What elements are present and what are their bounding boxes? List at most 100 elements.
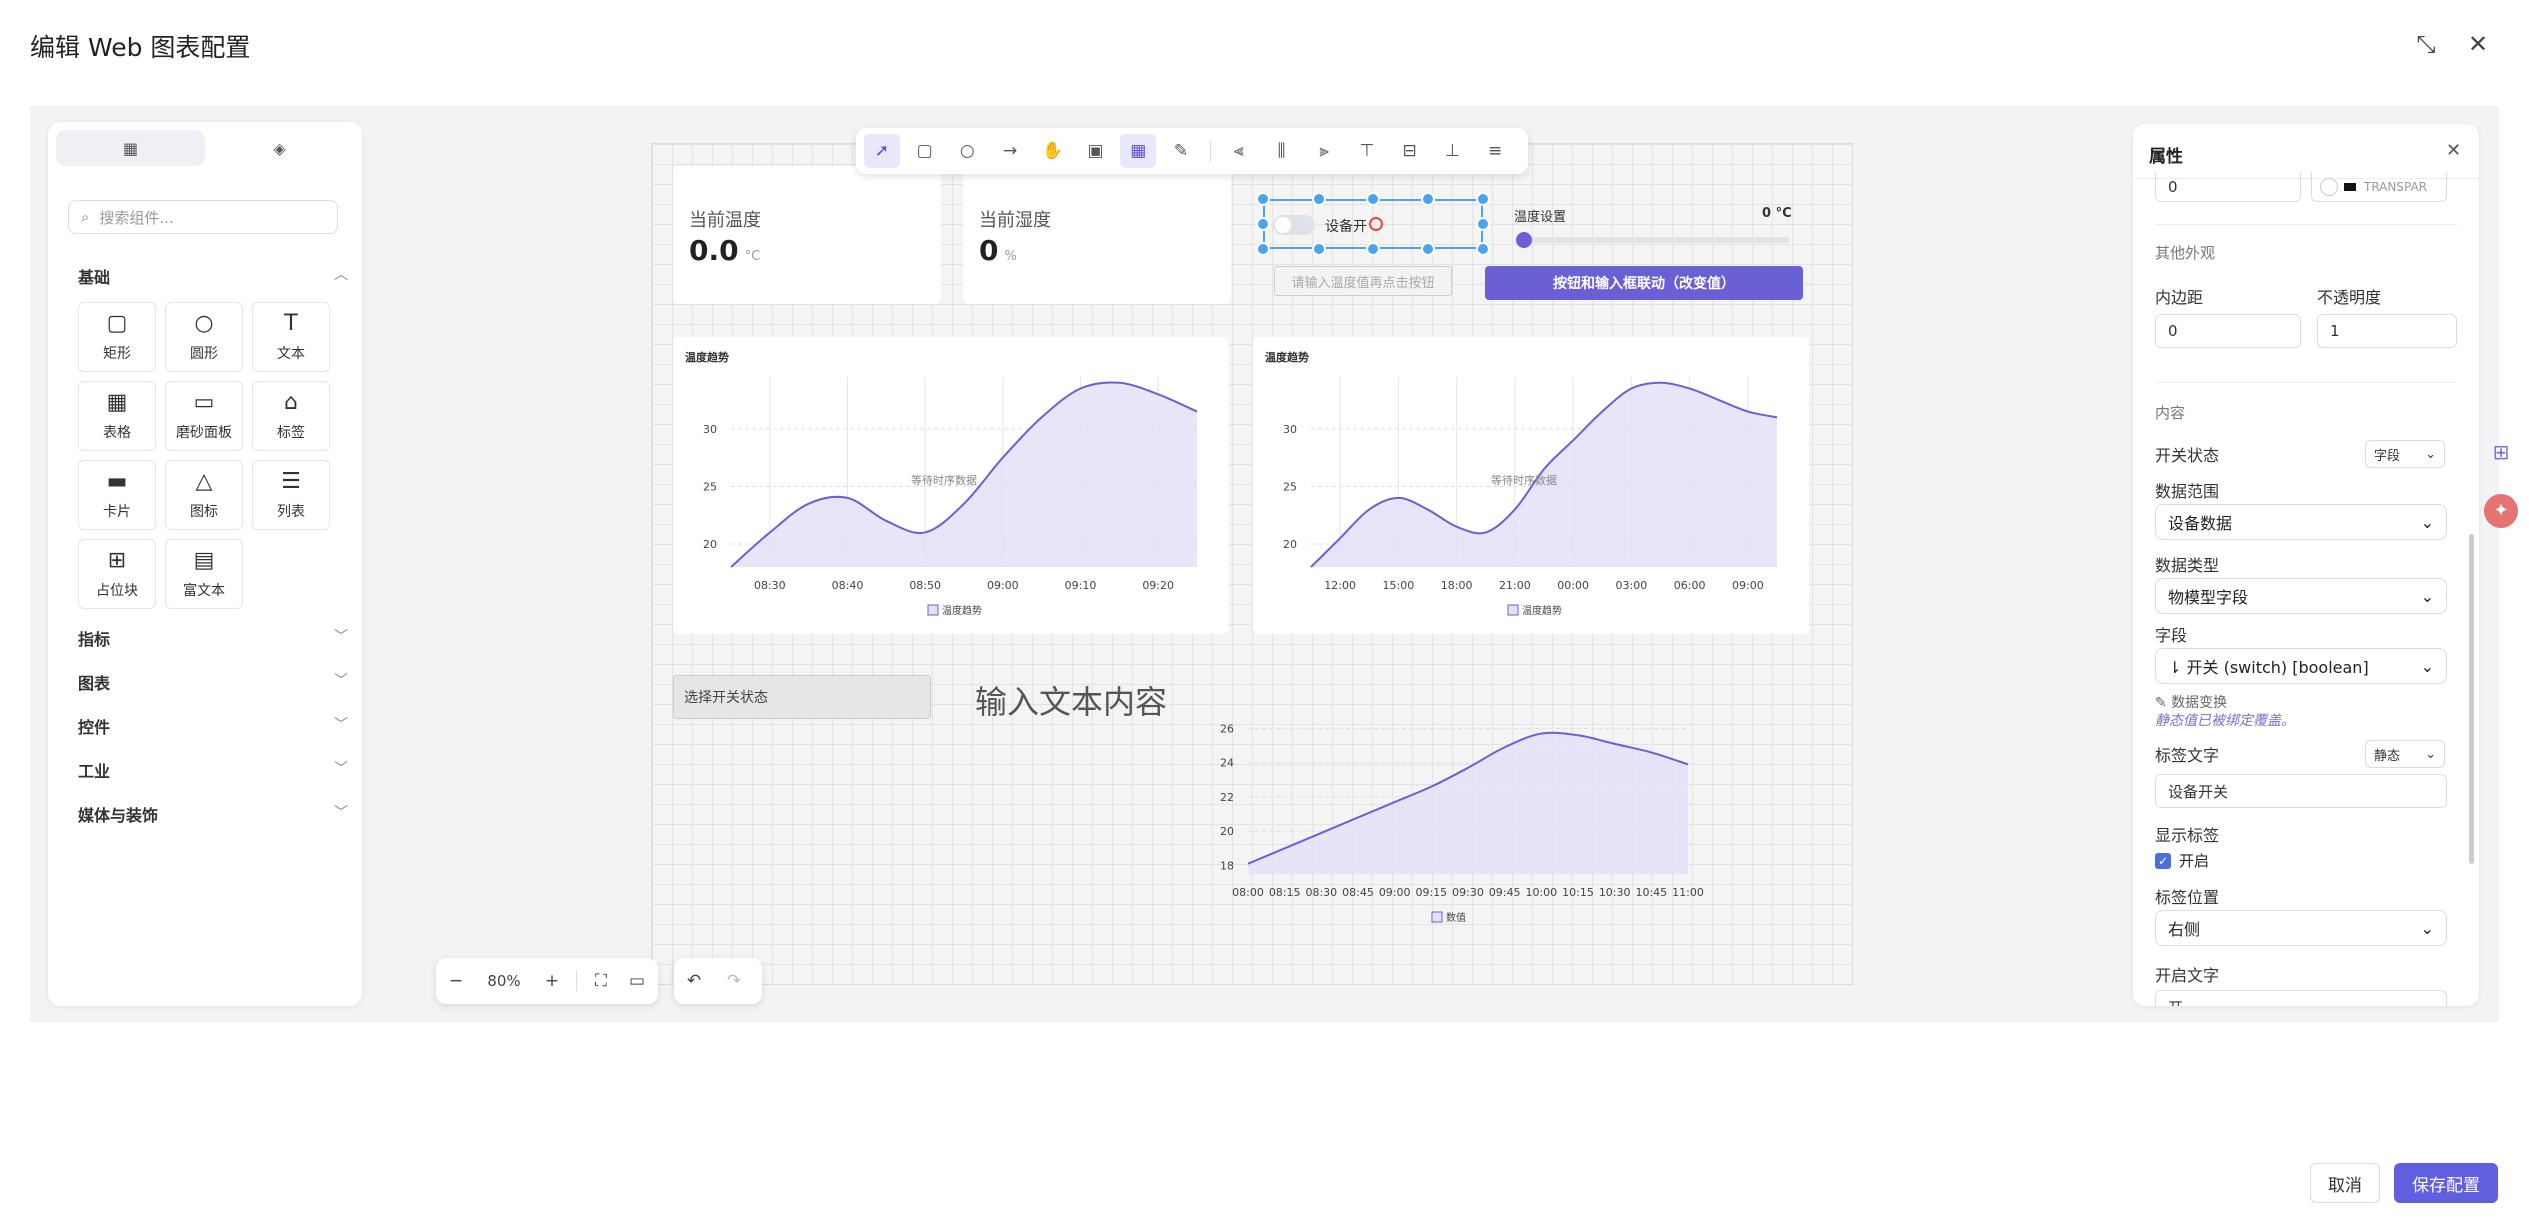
grid-toggle-icon[interactable]: ▦: [1120, 134, 1157, 168]
slider-thumb[interactable]: [1516, 232, 1532, 248]
resize-handle[interactable]: [1421, 242, 1435, 256]
zoom-in-icon[interactable]: +: [532, 971, 572, 991]
section-media[interactable]: 媒体与装饰 ﹀: [78, 802, 348, 826]
text-block[interactable]: 输入文本内容: [975, 677, 1167, 723]
hand-tool-icon[interactable]: ✋: [1035, 134, 1071, 168]
opacity-input[interactable]: 1: [2317, 314, 2457, 348]
save-button[interactable]: 保存配置: [2394, 1163, 2498, 1203]
toggle-switch[interactable]: [1273, 215, 1315, 235]
arrow-tool-icon[interactable]: →: [992, 134, 1028, 168]
chart-card-2[interactable]: 温度趋势 20 25 30 12:00 15:00 18:00 21:00 00:00 03:00…: [1253, 337, 1809, 634]
component-text[interactable]: T 文本: [252, 302, 330, 372]
component-grid[interactable]: ⊞ 占位块: [78, 539, 156, 609]
label-text-input[interactable]: 设备开关: [2155, 774, 2447, 808]
resize-handle[interactable]: [1312, 242, 1326, 256]
show-label-checkbox[interactable]: ✓ 开启: [2155, 850, 2209, 871]
collapse-icon[interactable]: ⤡: [2412, 30, 2440, 58]
image-tool-icon[interactable]: ▣: [1078, 134, 1114, 168]
rotate-handle-icon[interactable]: [1369, 217, 1383, 231]
component-shapes[interactable]: △ 图标: [165, 460, 243, 530]
data-range-label: 数据范围: [2155, 482, 2220, 501]
search-input[interactable]: ⌕ 搜索组件...: [68, 200, 338, 234]
position-input[interactable]: 0: [2155, 172, 2301, 202]
scrollbar[interactable]: [2469, 534, 2474, 864]
component-list[interactable]: ☰ 列表: [252, 460, 330, 530]
redo-icon[interactable]: ↷: [714, 971, 754, 991]
resize-handle[interactable]: [1366, 242, 1380, 256]
undo-icon[interactable]: ↶: [674, 971, 714, 991]
cancel-button[interactable]: 取消: [2310, 1163, 2380, 1203]
section-controls[interactable]: 控件 ﹀: [78, 714, 348, 738]
data-transform-link[interactable]: ✎ 数据变换: [2155, 692, 2227, 712]
data-range-select[interactable]: 设备数据 ⌄: [2155, 504, 2447, 540]
legend-label: 温度趋势: [1522, 604, 1562, 617]
tab-components[interactable]: ▦: [56, 130, 205, 166]
label-position-label: 标签位置: [2155, 888, 2220, 907]
select-tool-icon[interactable]: ➚: [864, 134, 900, 168]
resize-handle[interactable]: [1366, 192, 1380, 206]
preview-icon[interactable]: ▭: [621, 971, 653, 991]
design-canvas[interactable]: 当前温度 0.0 °C 当前湿度 0 % 设备开 温度设置 0 °C 请输入温度…: [651, 143, 1853, 985]
switch-state-select[interactable]: 选择开关状态: [673, 675, 931, 719]
label-position-select[interactable]: 右侧 ⌄: [2155, 910, 2447, 946]
resize-handle[interactable]: [1312, 192, 1326, 206]
temperature-card[interactable]: 当前温度 0.0 °C: [673, 166, 941, 304]
tab-layers[interactable]: ◈: [205, 130, 354, 166]
ai-assistant-icon[interactable]: ✦: [2484, 494, 2518, 528]
component-table[interactable]: ▦ 表格: [78, 381, 156, 451]
x-tick-label: 08:45: [1342, 886, 1374, 899]
resize-handle[interactable]: [1476, 192, 1490, 206]
component-label: 磨砂面板: [176, 425, 232, 441]
padding-input[interactable]: 0: [2155, 314, 2301, 348]
close-icon[interactable]: ✕: [2464, 30, 2492, 58]
component-card[interactable]: ▬ 卡片: [78, 460, 156, 530]
label-text-mode[interactable]: 静态 ⌄: [2365, 740, 2445, 768]
distribute-icon[interactable]: ≡: [1477, 134, 1513, 168]
humidity-card[interactable]: 当前湿度 0 %: [963, 166, 1231, 304]
slider-label: 温度设置: [1514, 210, 1567, 225]
section-industrial[interactable]: 工业 ﹀: [78, 758, 348, 782]
component-document[interactable]: ▤ 富文本: [165, 539, 243, 609]
color-input[interactable]: TRANSPAR: [2311, 172, 2447, 202]
on-text-input[interactable]: 开: [2155, 990, 2447, 1006]
align-top-icon[interactable]: ⊤: [1349, 134, 1385, 168]
component-circle[interactable]: ○ 圆形: [165, 302, 243, 372]
align-center-h-icon[interactable]: ⫼: [1264, 134, 1300, 168]
resize-handle[interactable]: [1256, 192, 1270, 206]
align-middle-icon[interactable]: ⊟: [1392, 134, 1428, 168]
component-tag[interactable]: ⌂ 标签: [252, 381, 330, 451]
chevron-down-icon: ﹀: [334, 717, 348, 733]
component-square[interactable]: ▢ 矩形: [78, 302, 156, 372]
fit-screen-icon[interactable]: ⛶: [581, 971, 621, 991]
properties-title: 属性: [2149, 147, 2183, 167]
x-tick-label: 10:45: [1635, 886, 1667, 899]
zoom-level: 80%: [487, 972, 521, 990]
chart-card-1[interactable]: 温度趋势 20 25 30 08:30 08:40 08:50 09:00 09:10 09:20…: [673, 337, 1229, 634]
resize-handle[interactable]: [1256, 242, 1270, 256]
switch-state-mode[interactable]: 字段 ⌄: [2365, 440, 2445, 468]
component-panel[interactable]: ▭ 磨砂面板: [165, 381, 243, 451]
temperature-input[interactable]: 请输入温度值再点击按钮: [1274, 266, 1452, 296]
resize-handle[interactable]: [1476, 242, 1490, 256]
close-panel-icon[interactable]: ✕: [2446, 140, 2461, 161]
legend-label: 温度趋势: [942, 604, 982, 617]
align-bottom-icon[interactable]: ⊥: [1435, 134, 1471, 168]
rectangle-tool-icon[interactable]: ▢: [907, 134, 943, 168]
temperature-slider[interactable]: [1516, 232, 1790, 248]
zoom-out-icon[interactable]: −: [436, 971, 476, 991]
add-component-icon[interactable]: ⊞: [2486, 440, 2516, 470]
resize-handle[interactable]: [1256, 217, 1270, 231]
circle-tool-icon[interactable]: ○: [949, 134, 985, 168]
field-select[interactable]: ⇂ 开关 (switch) [boolean] ⌄: [2155, 648, 2447, 684]
section-indicator[interactable]: 指标 ﹀: [78, 626, 348, 650]
brush-tool-icon[interactable]: ✎: [1163, 134, 1199, 168]
linked-button[interactable]: 按钮和输入框联动（改变值）: [1485, 266, 1803, 300]
section-charts[interactable]: 图表 ﹀: [78, 670, 348, 694]
align-left-icon[interactable]: ⫷: [1221, 134, 1257, 168]
data-type-select[interactable]: 物模型字段 ⌄: [2155, 578, 2447, 614]
resize-handle[interactable]: [1476, 217, 1490, 231]
resize-handle[interactable]: [1421, 192, 1435, 206]
align-right-icon[interactable]: ⫸: [1306, 134, 1342, 168]
field-label: 字段: [2155, 626, 2188, 645]
section-basic[interactable]: 基础 ︿: [78, 264, 348, 288]
